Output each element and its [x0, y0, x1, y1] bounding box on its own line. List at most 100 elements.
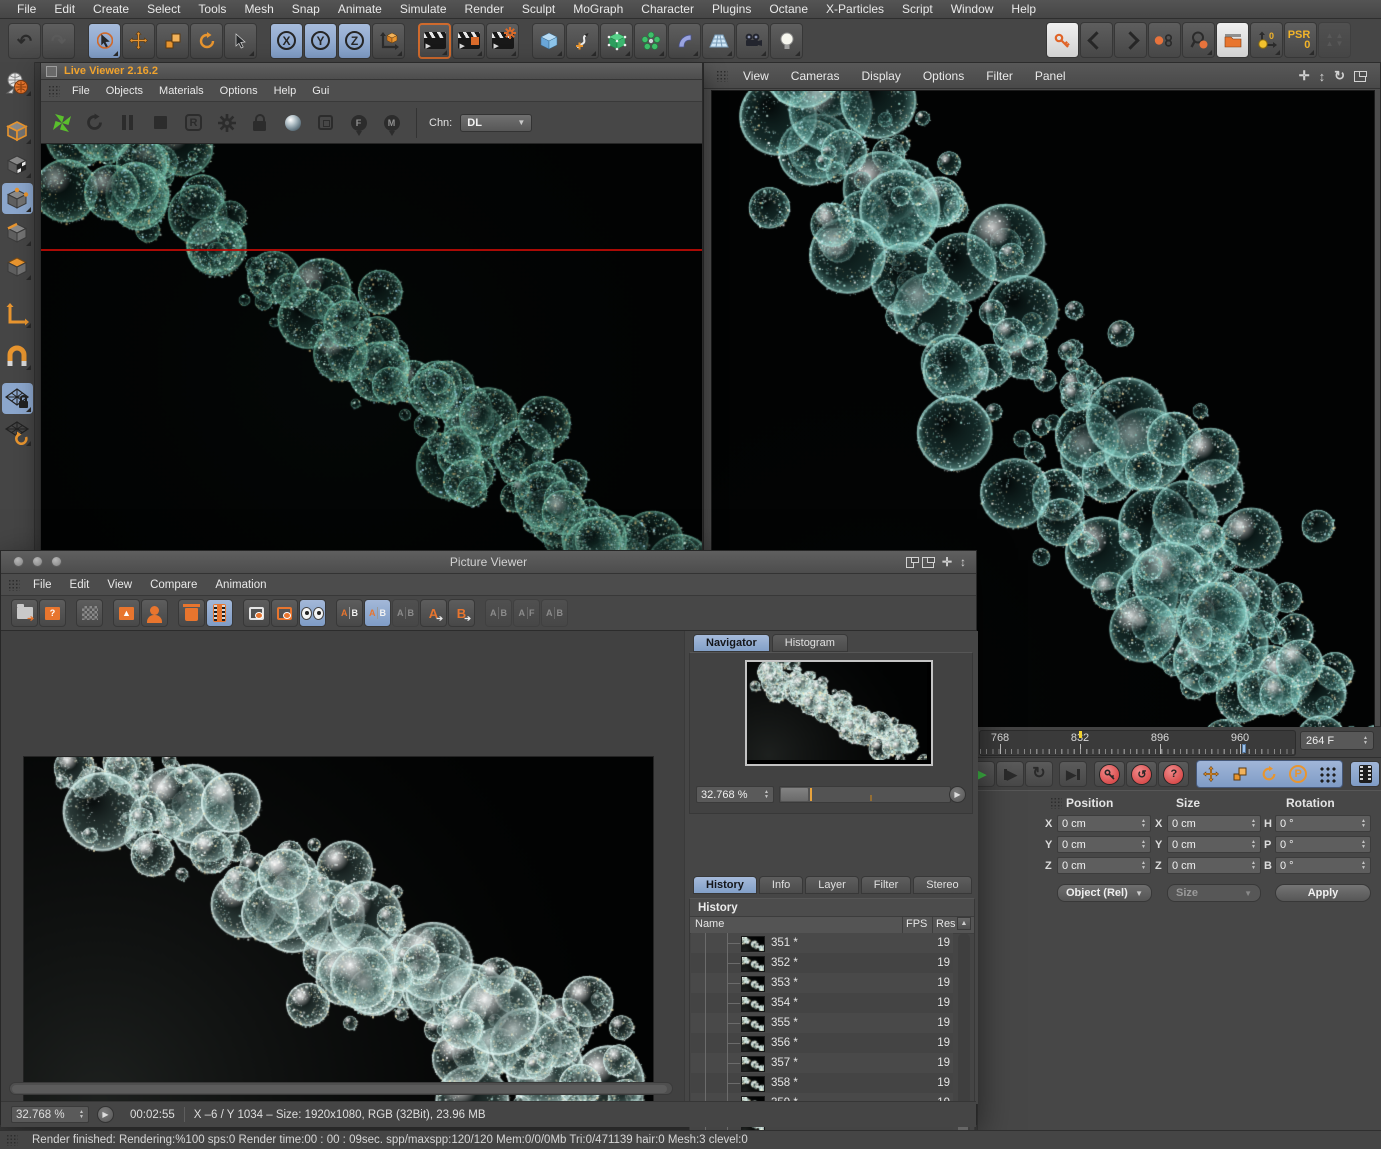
panel-tab[interactable]: Layer — [805, 876, 859, 894]
coordinate-system-button[interactable] — [372, 22, 405, 59]
history-row[interactable]: 353 * 19 — [691, 973, 953, 993]
play-to-next-key-button[interactable]: ▶ — [996, 761, 1024, 787]
stepper-icon[interactable]: ▲ ▼ — [1361, 819, 1366, 828]
history-row[interactable]: 355 * 19 — [691, 1013, 953, 1033]
viewport-menu-item[interactable]: Options — [912, 69, 975, 83]
drag-grip-icon[interactable] — [716, 69, 728, 82]
subdivision-surface-button[interactable] — [600, 22, 633, 59]
stepper-icon[interactable]: ▲ ▼ — [764, 790, 769, 799]
menubar-item[interactable]: Script — [893, 2, 942, 16]
ab-blend-button[interactable]: AB — [392, 599, 419, 627]
drag-grip-icon[interactable] — [8, 578, 20, 591]
viewport-move-icon[interactable]: ✛ — [1299, 68, 1310, 84]
menubar-item[interactable]: Animate — [329, 2, 391, 16]
enable-axis-button[interactable] — [2, 299, 33, 330]
last-tool-button[interactable] — [224, 22, 257, 59]
keyframe-presets-button[interactable] — [1350, 761, 1380, 787]
pause-render-button[interactable] — [115, 110, 140, 135]
scale-tool-button[interactable] — [156, 22, 189, 59]
viewport-zoom-icon[interactable]: ↕ — [1319, 69, 1326, 84]
zoom-window-button[interactable] — [51, 556, 62, 567]
viewport-menu-item[interactable]: Display — [850, 69, 911, 83]
menubar-item[interactable]: Edit — [45, 2, 84, 16]
column-name[interactable]: Name — [695, 918, 724, 930]
close-window-button[interactable] — [13, 556, 24, 567]
picture-in-picture-button[interactable] — [313, 110, 338, 135]
autokeying-button[interactable]: ↺ — [1126, 761, 1158, 787]
navigator-preview[interactable] — [745, 660, 933, 766]
viewport-menu-item[interactable]: Panel — [1024, 69, 1077, 83]
picture-viewer-menu-item[interactable]: Edit — [61, 579, 99, 591]
menubar-item[interactable]: Create — [84, 2, 138, 16]
y-axis-lock-button[interactable]: Y — [304, 22, 337, 59]
compare-frame-b-button[interactable] — [271, 599, 298, 627]
column-res[interactable]: Res — [936, 918, 956, 930]
set-as-a-button[interactable]: A ➔ — [420, 599, 447, 627]
convert-image-button[interactable] — [76, 599, 103, 627]
previous-button[interactable] — [1080, 22, 1113, 58]
viewport-menu-item[interactable]: Filter — [975, 69, 1024, 83]
menubar-item[interactable]: Mesh — [235, 2, 282, 16]
workplane-mode-button[interactable] — [2, 417, 33, 448]
size-field[interactable]: 0 cm ▲ ▼ — [1167, 857, 1261, 874]
ab-swap-button[interactable]: AF — [513, 599, 540, 627]
size-field[interactable]: 0 cm ▲ ▼ — [1167, 836, 1261, 853]
zoom-slider[interactable] — [779, 786, 951, 803]
texture-mode-button[interactable] — [2, 149, 33, 180]
stepper-icon[interactable]: ▲ ▼ — [1363, 736, 1368, 745]
menubar-item[interactable]: MoGraph — [564, 2, 632, 16]
timeline-range-end-marker[interactable] — [1242, 744, 1246, 753]
pane-single-icon[interactable] — [905, 556, 919, 568]
size-field[interactable]: 0 cm ▲ ▼ — [1167, 815, 1261, 832]
material-pick-button[interactable]: M — [379, 110, 404, 136]
deformer-button[interactable] — [668, 22, 701, 59]
zoom-field[interactable]: 32.768 % ▲ ▼ — [696, 786, 774, 803]
save-button[interactable]: ? — [39, 599, 66, 627]
column-fps[interactable]: FPS — [906, 918, 927, 930]
viewport-menu-item[interactable]: Cameras — [780, 69, 851, 83]
history-row[interactable]: 354 * 19 — [691, 993, 953, 1013]
status-zoom-options-button[interactable]: ▶ — [97, 1106, 114, 1123]
status-zoom-field[interactable]: 32.768 % ▲ ▼ — [11, 1106, 89, 1123]
keyframe-selection-button[interactable]: ? — [1158, 761, 1190, 787]
rotation-field[interactable]: 0 ° ▲ ▼ — [1275, 815, 1371, 832]
menubar-item[interactable]: Snap — [283, 2, 329, 16]
live-viewer-menu-item[interactable]: Objects — [98, 85, 151, 97]
pane-add-icon[interactable] — [921, 556, 935, 568]
menubar-item[interactable]: Window — [942, 2, 1003, 16]
next-button[interactable] — [1114, 22, 1147, 58]
timeline-ruler[interactable]: 768 832 896 960 — [979, 730, 1296, 756]
region-render-button[interactable]: R — [181, 110, 206, 135]
menubar-item[interactable]: Character — [632, 2, 703, 16]
menubar-item[interactable]: Octane — [760, 2, 817, 16]
compare-frame-a-button[interactable] — [243, 599, 270, 627]
stepper-icon[interactable]: ▲ ▼ — [1361, 840, 1366, 849]
lock-resolution-button[interactable] — [247, 110, 272, 135]
drag-grip-icon[interactable] — [1050, 797, 1062, 809]
reset-axis-button[interactable]: 0 — [1250, 22, 1283, 58]
history-row[interactable]: 352 * 19 — [691, 953, 953, 973]
array-object-button[interactable] — [634, 22, 667, 59]
menubar-item[interactable]: Render — [456, 2, 513, 16]
goto-end-button[interactable]: ▶ — [1059, 761, 1088, 787]
stepper-icon[interactable]: ▲ ▼ — [1251, 840, 1256, 849]
live-viewer-menu-item[interactable]: File — [64, 85, 98, 97]
undo-button[interactable]: ↶ — [8, 22, 41, 59]
make-editable-button[interactable] — [2, 67, 33, 98]
stop-render-button[interactable] — [148, 110, 173, 135]
z-axis-lock-button[interactable]: Z — [338, 22, 371, 59]
stepper-icon[interactable]: ▲ ▼ — [1141, 819, 1146, 828]
timeline-playhead[interactable] — [1079, 731, 1082, 738]
window-zoom-icon[interactable]: ↕ — [960, 555, 966, 569]
live-viewer-render-area[interactable] — [41, 144, 702, 551]
focus-pick-button[interactable]: F — [346, 110, 371, 136]
panel-tab[interactable]: Info — [758, 876, 804, 894]
remove-from-history-button[interactable] — [206, 599, 233, 627]
render-view-button[interactable] — [418, 22, 451, 59]
viewport-menu-item[interactable]: View — [732, 69, 780, 83]
loop-playback-button[interactable]: ↻ — [1025, 761, 1053, 787]
redo-button[interactable]: ↷ — [42, 22, 75, 59]
restart-render-button[interactable] — [82, 110, 107, 135]
position-field[interactable]: 0 cm ▲ ▼ — [1057, 815, 1151, 832]
workplane-lock-button[interactable] — [1, 383, 33, 414]
